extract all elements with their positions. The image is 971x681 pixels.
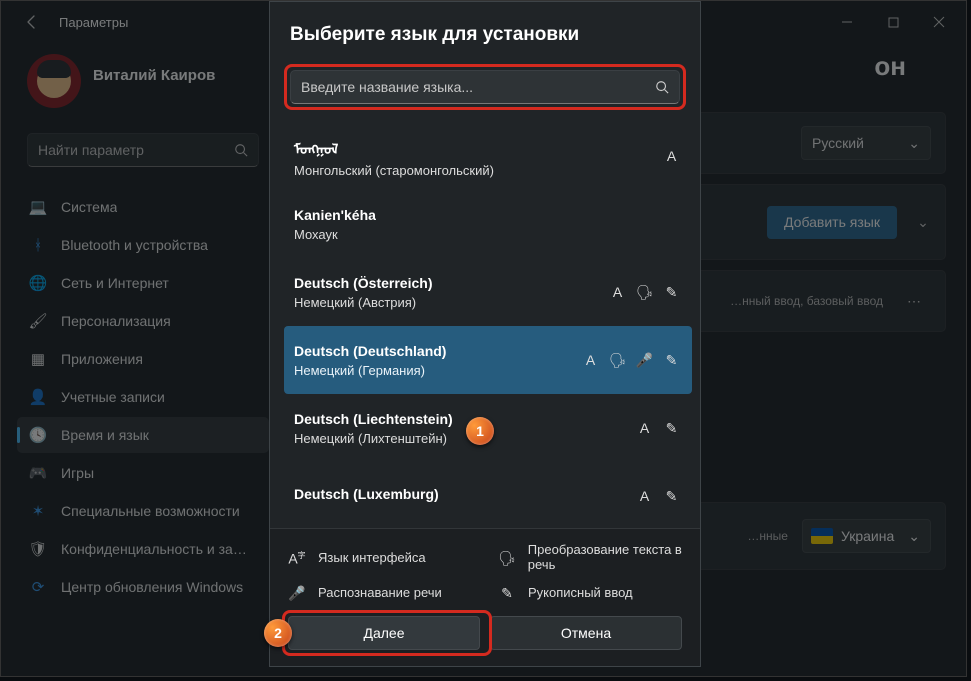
- legend-hand-label: Рукописный ввод: [528, 586, 633, 601]
- language-feature-icons: A 🗣 ✎: [609, 284, 680, 301]
- hand-icon: ✎: [663, 352, 680, 369]
- handwriting-icon: ✎: [498, 585, 516, 602]
- display-icon: A: [609, 284, 626, 300]
- speech-icon: 🎤: [636, 352, 653, 369]
- hand-icon: ✎: [663, 420, 680, 437]
- cancel-button[interactable]: Отмена: [490, 616, 682, 650]
- add-language-dialog: Выберите язык для установки ᠮᠣᠩᠭᠣᠯ Монгол…: [269, 1, 701, 667]
- language-row[interactable]: Kanien'kéha Мохаук: [284, 190, 692, 258]
- legend-speech: 🎤 Распознавание речи: [288, 585, 472, 602]
- language-row[interactable]: ᠮᠣᠩᠭᠣᠯ Монгольский (старомонгольский)A: [284, 122, 692, 190]
- language-local: Мохаук: [294, 227, 680, 242]
- next-button[interactable]: Далее: [288, 616, 480, 650]
- display-icon: A字: [288, 550, 306, 567]
- language-local: Немецкий (Лихтенштейн): [294, 431, 636, 446]
- legend-tts: 🗣 Преобразование текста в речь: [498, 543, 682, 573]
- language-local: Монгольский (старомонгольский): [294, 163, 663, 178]
- dialog-footer: A字 Язык интерфейса 🗣 Преобразование текста…: [270, 528, 700, 666]
- annotation-frame-search: [284, 64, 686, 110]
- legend-display: A字 Язык интерфейса: [288, 543, 472, 573]
- display-icon: A: [582, 352, 599, 368]
- dialog-title: Выберите язык для установки: [290, 24, 680, 46]
- language-feature-icons: A✎: [636, 488, 680, 505]
- language-row[interactable]: Deutsch (Deutschland) Немецкий (Германия)…: [284, 326, 692, 394]
- language-feature-icons: A✎: [636, 420, 680, 437]
- annotation-badge-2: 2: [264, 619, 292, 647]
- language-list[interactable]: ᠮᠣᠩᠭᠣᠯМонгольский (старомонгольский)AKan…: [270, 118, 700, 528]
- legend-display-label: Язык интерфейса: [318, 551, 426, 566]
- mic-icon: 🎤: [288, 585, 306, 602]
- hand-icon: ✎: [663, 284, 680, 301]
- legend-tts-label: Преобразование текста в речь: [528, 543, 682, 573]
- tts-icon: 🗣: [609, 352, 626, 369]
- language-local: Немецкий (Австрия): [294, 295, 609, 310]
- feature-legend: A字 Язык интерфейса 🗣 Преобразование текста…: [288, 543, 682, 602]
- annotation-badge-1: 1: [466, 417, 494, 445]
- language-native: Kanien'kéha: [294, 207, 680, 223]
- tts-icon: 🗣: [636, 284, 653, 301]
- settings-window: Параметры Виталий Каиров: [0, 0, 967, 677]
- language-native: Deutsch (Luxemburg): [294, 486, 636, 502]
- search-icon: [655, 80, 669, 94]
- language-feature-icons: A 🗣 🎤 ✎: [582, 352, 680, 369]
- language-native: Deutsch (Österreich): [294, 275, 609, 291]
- display-icon: A: [636, 420, 653, 436]
- language-row[interactable]: Deutsch (Österreich) Немецкий (Австрия)A 🗣…: [284, 258, 692, 326]
- language-native: Deutsch (Deutschland): [294, 343, 582, 359]
- language-native: Deutsch (Liechtenstein): [294, 411, 636, 427]
- language-search-input[interactable]: [301, 79, 655, 95]
- language-feature-icons: A: [663, 148, 680, 164]
- legend-hand: ✎ Рукописный ввод: [498, 585, 682, 602]
- display-icon: A: [636, 488, 653, 504]
- legend-speech-label: Распознавание речи: [318, 586, 442, 601]
- dialog-button-row: Далее Отмена 2: [288, 616, 682, 650]
- language-native: ᠮᠣᠩᠭᠣᠯ: [294, 135, 663, 159]
- hand-icon: ✎: [663, 488, 680, 505]
- language-search[interactable]: [290, 70, 680, 104]
- language-local: Немецкий (Германия): [294, 363, 582, 378]
- tts-icon: 🗣: [498, 550, 516, 567]
- display-icon: A: [663, 148, 680, 164]
- language-row[interactable]: Deutsch (Luxemburg)A✎: [284, 462, 692, 528]
